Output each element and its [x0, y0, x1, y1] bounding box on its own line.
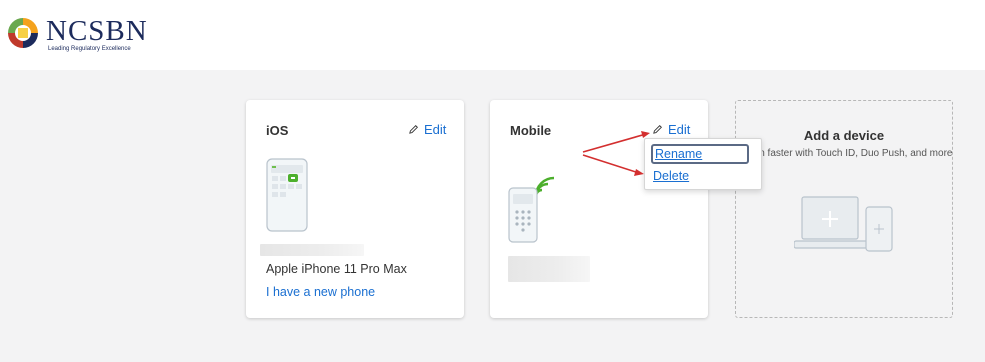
edit-label: Edit [424, 122, 447, 137]
card-title: iOS [266, 123, 289, 138]
device-name: Apple iPhone 11 Pro Max [266, 262, 407, 276]
card-title: Mobile [510, 123, 552, 138]
redacted-text [508, 256, 590, 282]
pencil-icon [409, 125, 418, 134]
rename-menu-item[interactable]: Rename [651, 144, 749, 164]
laptop-tablet-icon [794, 196, 893, 252]
device-card-mobile: Mobile Edit [490, 100, 708, 318]
pencil-icon [653, 125, 662, 134]
new-phone-link[interactable]: I have a new phone [266, 285, 375, 299]
delete-menu-item[interactable]: Delete [653, 167, 689, 185]
logo-tagline: Leading Regulatory Excellence [48, 46, 131, 52]
add-device-title: Add a device [803, 128, 885, 143]
header: NCSBN Leading Regulatory Excellence [0, 0, 985, 70]
edit-button[interactable]: Edit [652, 122, 690, 137]
add-device-card[interactable]: Add a device Log in faster with Touch ID… [735, 100, 953, 318]
device-card-ios: iOS Edit Apple iPhone 11 Pro Max I have … [246, 100, 464, 318]
edit-label: Edit [668, 122, 691, 137]
ncsbn-logo: NCSBN Leading Regulatory Excellence [6, 14, 148, 54]
mobile-phone-signal-icon [508, 176, 555, 243]
add-device-description: Log in faster with Touch ID, Duo Push, a… [737, 148, 953, 159]
ncsbn-logo-mark-icon [8, 18, 38, 48]
devices-area: iOS Edit Apple iPhone 11 Pro Max I have … [0, 70, 985, 362]
ios-phone-icon [266, 158, 308, 232]
redacted-text [260, 244, 364, 256]
edit-button[interactable]: Edit [408, 122, 446, 137]
edit-dropdown-menu: Rename Delete [644, 138, 762, 190]
logo-wordmark: NCSBN [46, 15, 148, 47]
